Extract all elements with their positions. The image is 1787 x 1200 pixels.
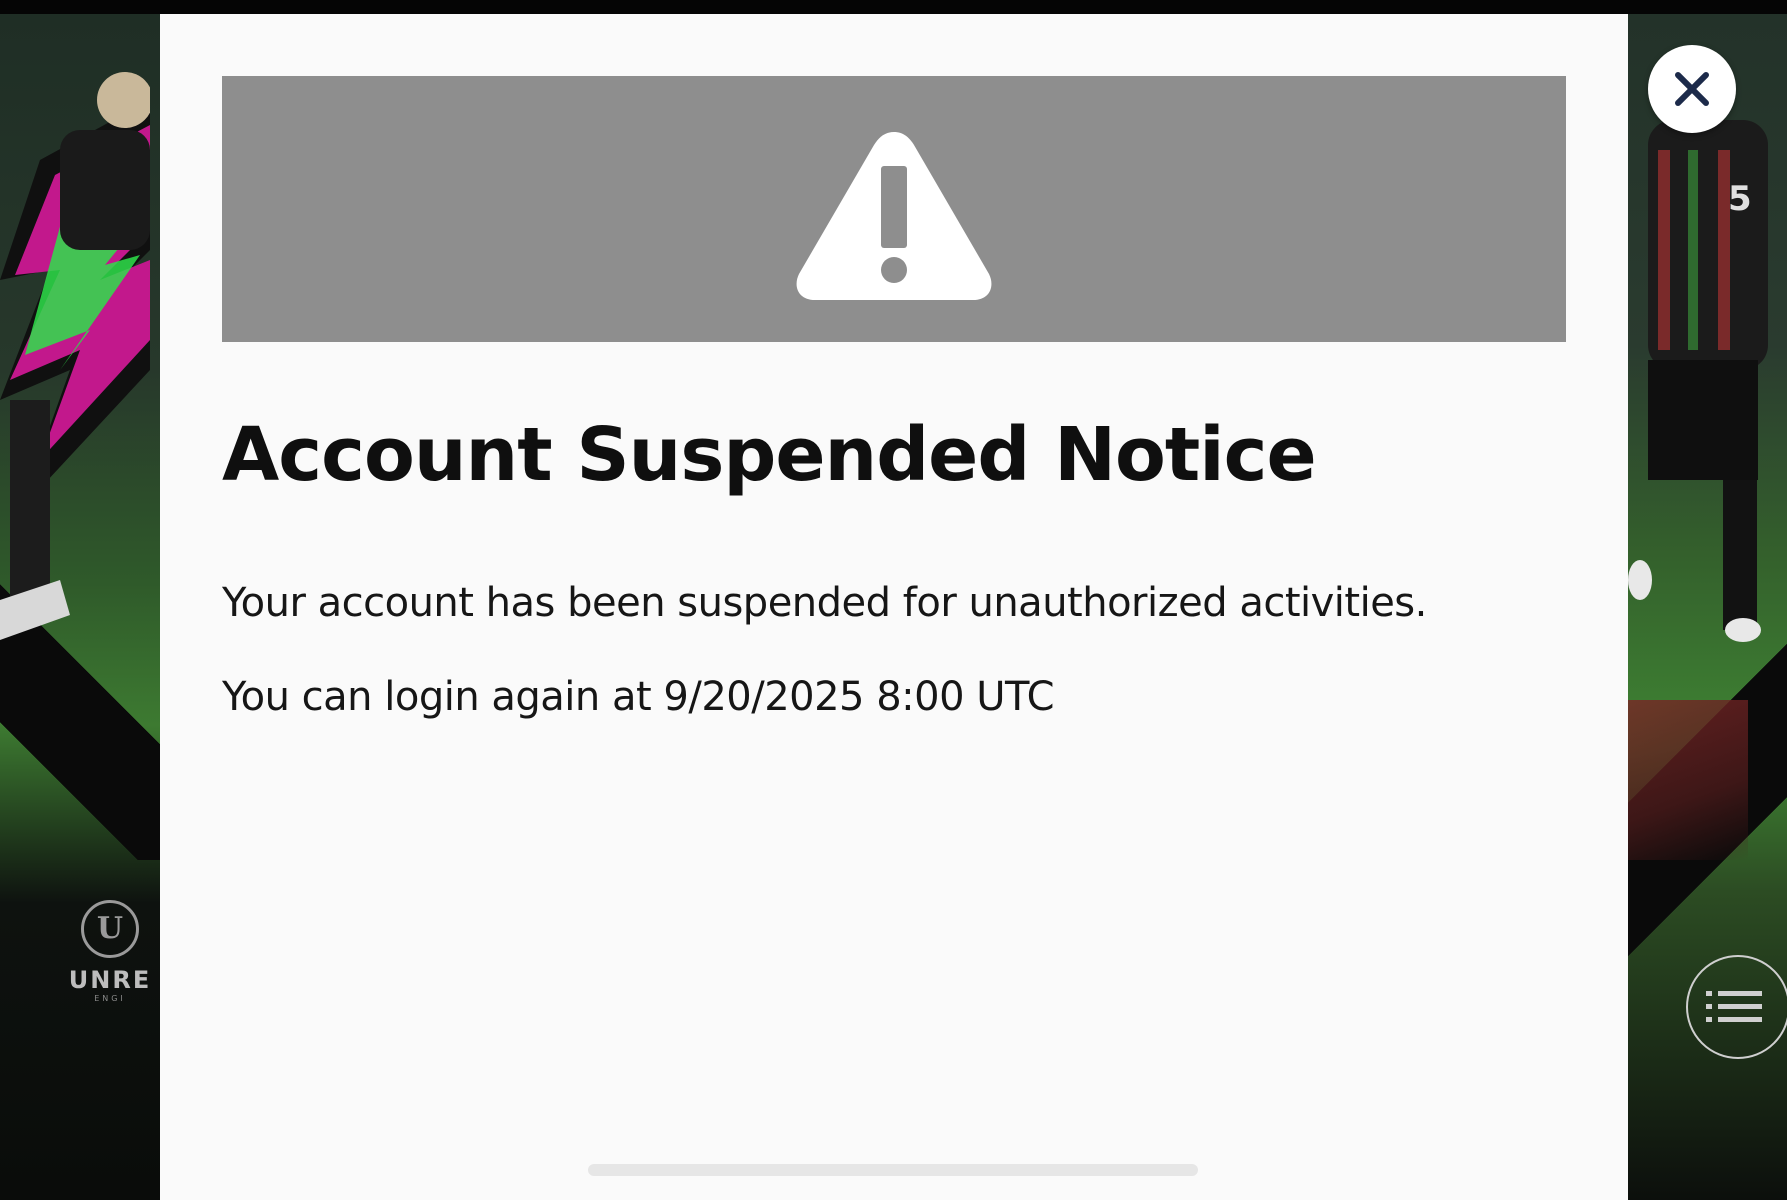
player-figure-left (0, 72, 150, 640)
dialog-title: Account Suspended Notice (222, 412, 1317, 498)
engine-logo-subtext: ENGI (94, 994, 126, 1003)
player-figure-right: 5 (1628, 120, 1768, 642)
warning-banner (222, 76, 1566, 342)
close-button[interactable] (1648, 45, 1736, 133)
menu-button[interactable] (1686, 955, 1787, 1059)
svg-text:5: 5 (1728, 179, 1752, 219)
home-indicator (588, 1164, 1198, 1176)
warning-triangle-icon (796, 132, 992, 300)
top-bar (0, 0, 1787, 14)
background-red-area (1628, 700, 1748, 860)
menu-list-icon (1706, 991, 1762, 1022)
engine-logo-mark: U (81, 900, 139, 958)
suspension-message: Your account has been suspended for unau… (222, 580, 1427, 626)
engine-logo-text: UNRE (68, 966, 152, 994)
suspension-dialog: Account Suspended Notice Your account ha… (160, 14, 1628, 1200)
relogin-time-message: You can login again at 9/20/2025 8:00 UT… (222, 674, 1055, 720)
engine-logo: U UNRE ENGI (60, 900, 160, 1030)
close-icon (1675, 72, 1709, 106)
